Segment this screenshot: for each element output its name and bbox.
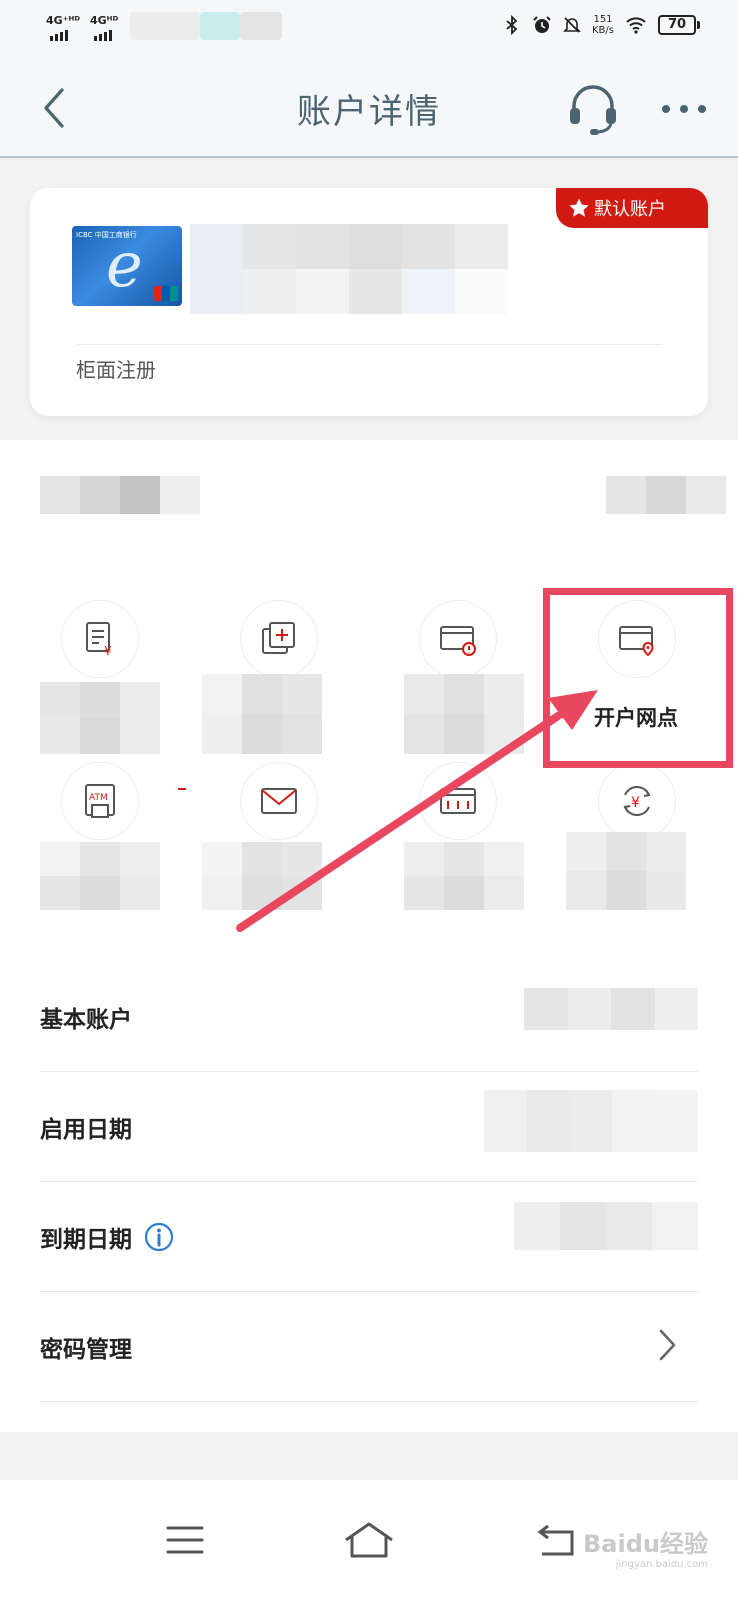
row-divider — [40, 1401, 698, 1402]
blurred-value — [514, 1202, 698, 1250]
menu-icon[interactable] — [150, 1510, 220, 1570]
system-nav-bar: Baidu经验 jingyan.baidu.com — [0, 1480, 738, 1600]
row-basic-account: 基本账户 — [40, 962, 698, 1072]
row-password-management[interactable]: 密码管理 — [40, 1292, 698, 1402]
row-label-with-info: 到期日期 — [40, 1220, 174, 1254]
blurred-value — [484, 1090, 698, 1152]
baidu-jingyan-watermark: Baidu经验 jingyan.baidu.com — [583, 1524, 708, 1570]
row-label: 基本账户 — [40, 1007, 132, 1033]
row-label: 到期日期 — [40, 1227, 132, 1253]
watermark-text: Baidu经验 — [583, 1530, 708, 1558]
row-label: 启用日期 — [40, 1117, 132, 1143]
chevron-right-icon[interactable] — [656, 1326, 680, 1364]
info-icon[interactable] — [144, 1222, 174, 1252]
back-nav-icon[interactable] — [520, 1510, 590, 1570]
row-label: 密码管理 — [40, 1337, 132, 1363]
blurred-value — [524, 988, 698, 1030]
account-details-list: 基本账户 启用日期 到期日期 密码管理 — [0, 962, 738, 1432]
watermark-sub: jingyan.baidu.com — [615, 1559, 708, 1570]
row-expiry-date: 到期日期 — [40, 1182, 698, 1292]
home-icon[interactable] — [334, 1510, 404, 1570]
row-start-date: 启用日期 — [40, 1072, 698, 1182]
